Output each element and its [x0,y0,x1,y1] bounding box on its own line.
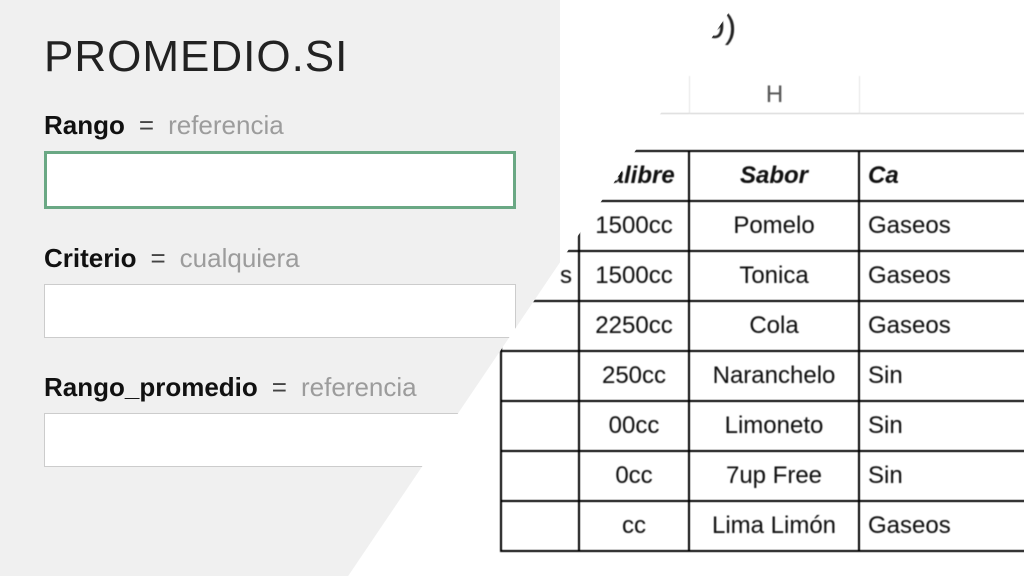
equals-sign: = [139,110,154,141]
cell[interactable]: Gaseos [860,502,1024,552]
arg-hint-criterio: cualquiera [180,243,300,274]
table-header-row: Calibre Sabor Ca [500,152,1024,202]
arg-label-line: Rango_promedio = referencia [44,372,516,403]
table-row: 250cc Naranchelo Sin [500,352,1024,402]
arg-input-criterio[interactable] [44,284,516,338]
arg-label-line: Criterio = cualquiera [44,243,516,274]
arg-input-rango[interactable] [44,151,516,209]
cell[interactable] [500,452,580,502]
column-letter-row: G H [500,76,1024,114]
header-calibre[interactable]: Calibre [580,152,690,202]
cell[interactable]: Lima Limón [690,502,860,552]
col-letter-i[interactable] [860,76,1024,114]
arg-name-rango: Rango [44,110,125,141]
col-letter-h[interactable]: H [690,76,860,114]
cell[interactable]: Sin [860,452,1024,502]
cell[interactable]: 1500cc [580,202,690,252]
cell[interactable]: 00cc [580,402,690,452]
cell[interactable]: 2250cc [580,302,690,352]
cell[interactable]: 7up Free [690,452,860,502]
cell[interactable] [500,352,580,402]
cell[interactable]: Gaseos [860,252,1024,302]
cell[interactable]: Sin [860,402,1024,452]
header-sabor[interactable]: Sabor [690,152,860,202]
table-row: 2250cc Cola Gaseos [500,302,1024,352]
cell[interactable]: Pomelo [690,202,860,252]
table-row: os 1500cc Pomelo Gaseos [500,202,1024,252]
cell[interactable]: Gaseos [860,302,1024,352]
function-name-title: PROMEDIO.SI [44,32,516,82]
cell[interactable]: Cola [690,302,860,352]
table-row: 0cc 7up Free Sin [500,452,1024,502]
arg-hint-rango: referencia [168,110,284,141]
cell[interactable]: 250cc [580,352,690,402]
arg-hint-rango-promedio: referencia [301,372,417,403]
cell[interactable]: Tonica [690,252,860,302]
table-row: 00cc Limoneto Sin [500,402,1024,452]
cell[interactable]: Limoneto [690,402,860,452]
cell[interactable]: 0cc [580,452,690,502]
arg-label-line: Rango = referencia [44,110,516,141]
arg-row-criterio: Criterio = cualquiera [44,243,516,362]
cell[interactable] [500,502,580,552]
cell[interactable] [500,402,580,452]
table-row: s 1500cc Tonica Gaseos [500,252,1024,302]
equals-sign: = [272,372,287,403]
table-row: cc Lima Limón Gaseos [500,502,1024,552]
cell[interactable]: Gaseos [860,202,1024,252]
data-grid: Calibre Sabor Ca os 1500cc Pomelo Gaseos… [500,150,1024,552]
arg-row-rango: Rango = referencia [44,110,516,233]
arg-name-rango-promedio: Rango_promedio [44,372,258,403]
cell[interactable]: Sin [860,352,1024,402]
equals-sign: = [150,243,165,274]
col-letter-g[interactable]: G [580,76,690,114]
cell[interactable]: Naranchelo [690,352,860,402]
cell[interactable]: 1500cc [580,252,690,302]
arg-name-criterio: Criterio [44,243,136,274]
header-cell[interactable]: Ca [860,152,1024,202]
cell[interactable]: cc [580,502,690,552]
